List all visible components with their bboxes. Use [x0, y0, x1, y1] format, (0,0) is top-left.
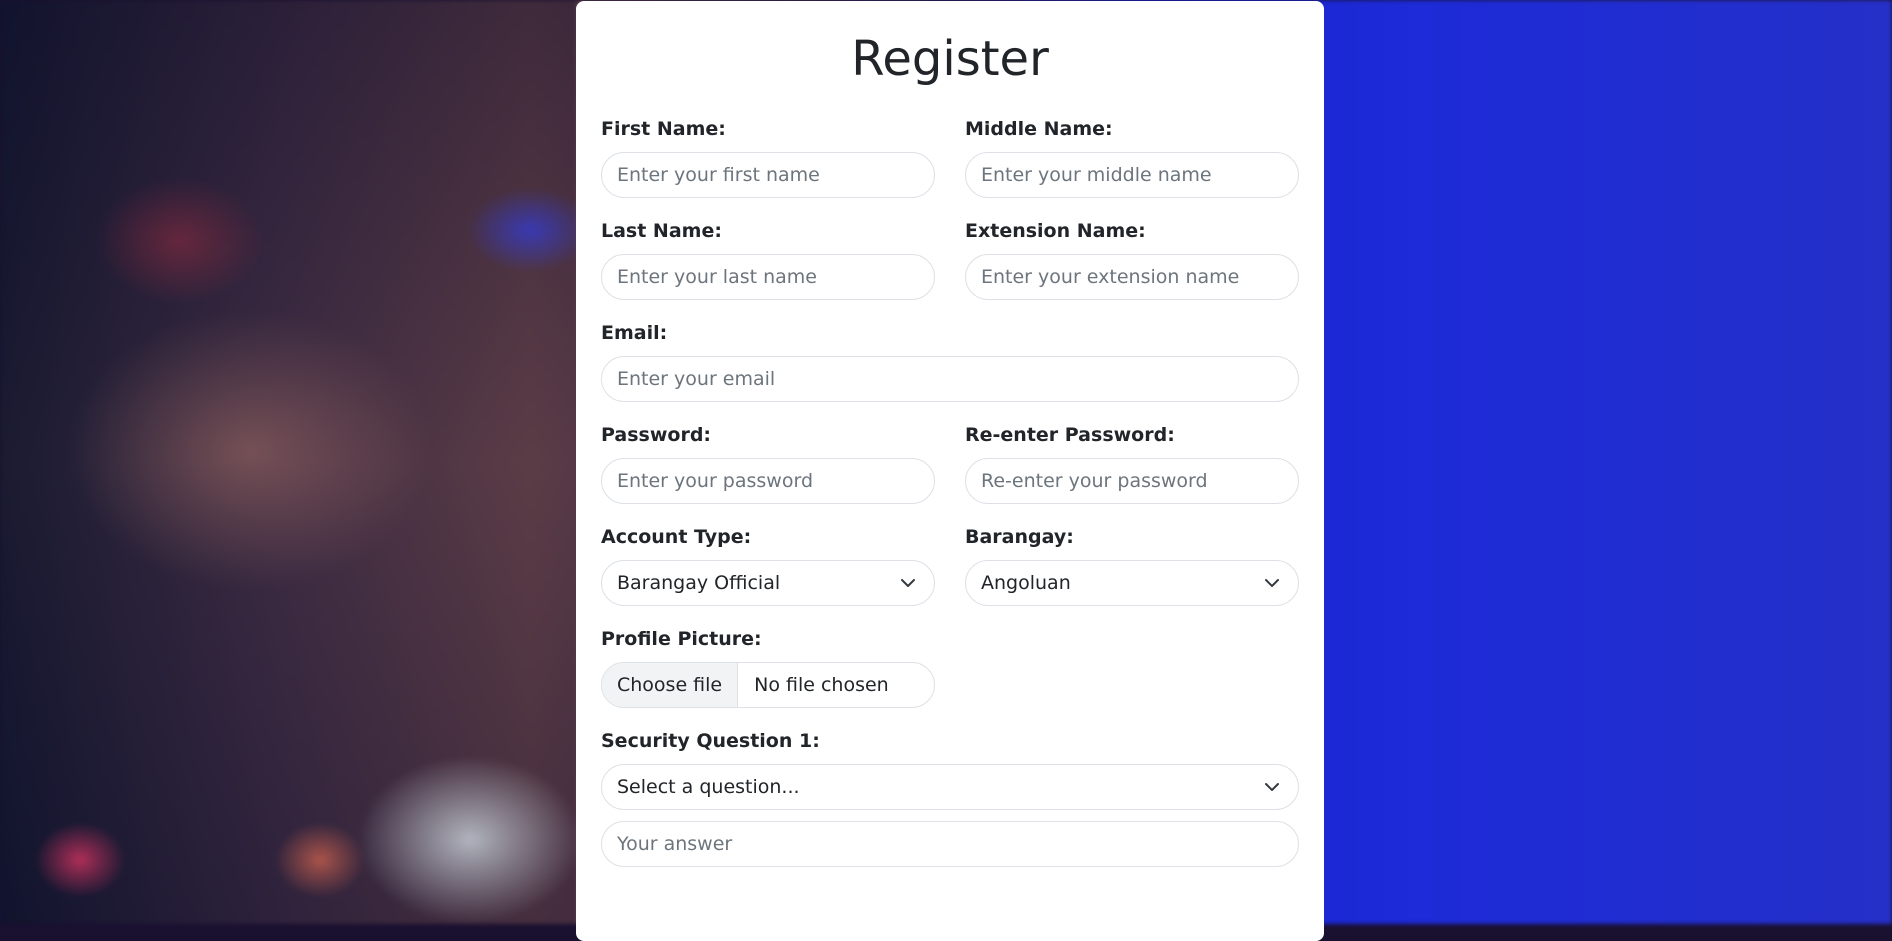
- security-answer-1-input[interactable]: [617, 833, 1283, 855]
- email-input[interactable]: [617, 368, 1283, 390]
- extension-name-group: Extension Name:: [965, 220, 1299, 300]
- password-row: Password: Re-enter Password:: [601, 424, 1299, 504]
- last-name-input[interactable]: [617, 266, 919, 288]
- security-question-1-select[interactable]: Select a question...: [601, 764, 1299, 810]
- reenter-password-input[interactable]: [981, 470, 1283, 492]
- first-name-wrapper: [601, 152, 935, 198]
- security-answer-1-wrapper: [601, 821, 1299, 867]
- middle-name-wrapper: [965, 152, 1299, 198]
- chevron-down-icon: [901, 579, 915, 587]
- password-wrapper: [601, 458, 935, 504]
- password-label: Password:: [601, 424, 712, 446]
- first-name-group: First Name:: [601, 118, 935, 198]
- first-name-label: First Name:: [601, 118, 726, 140]
- account-row: Account Type: Barangay Official Barangay…: [601, 526, 1299, 606]
- security-question-1-group: Security Question 1: Select a question..…: [601, 730, 1299, 867]
- security-question-1-value: Select a question...: [617, 776, 800, 798]
- email-row: Email:: [601, 322, 1299, 402]
- middle-name-label: Middle Name:: [965, 118, 1113, 140]
- profile-picture-group: Profile Picture: Choose file No file cho…: [601, 628, 1299, 708]
- chevron-down-icon: [1265, 579, 1279, 587]
- barangay-select[interactable]: Angoluan: [965, 560, 1299, 606]
- middle-name-input[interactable]: [981, 164, 1283, 186]
- reenter-password-wrapper: [965, 458, 1299, 504]
- barangay-label: Barangay:: [965, 526, 1074, 548]
- name-row-1: First Name: Middle Name:: [601, 118, 1299, 198]
- password-input[interactable]: [617, 470, 919, 492]
- email-label: Email:: [601, 322, 668, 344]
- account-type-group: Account Type: Barangay Official: [601, 526, 935, 606]
- last-name-label: Last Name:: [601, 220, 722, 242]
- account-type-select[interactable]: Barangay Official: [601, 560, 935, 606]
- register-card: Register First Name: Middle Name: Last N…: [576, 1, 1324, 941]
- account-type-label: Account Type:: [601, 526, 752, 548]
- security-question-1-label: Security Question 1:: [601, 730, 820, 752]
- last-name-group: Last Name:: [601, 220, 935, 300]
- password-group: Password:: [601, 424, 935, 504]
- account-type-value: Barangay Official: [617, 572, 781, 594]
- middle-name-group: Middle Name:: [965, 118, 1299, 198]
- reenter-password-group: Re-enter Password:: [965, 424, 1299, 504]
- file-status: No file chosen: [754, 674, 889, 696]
- name-row-2: Last Name: Extension Name:: [601, 220, 1299, 300]
- extension-name-label: Extension Name:: [965, 220, 1146, 242]
- last-name-wrapper: [601, 254, 935, 300]
- page-title: Register: [851, 31, 1049, 87]
- extension-name-wrapper: [965, 254, 1299, 300]
- first-name-input[interactable]: [617, 164, 919, 186]
- profile-picture-input[interactable]: Choose file No file chosen: [601, 662, 935, 708]
- extension-name-input[interactable]: [981, 266, 1283, 288]
- reenter-password-label: Re-enter Password:: [965, 424, 1175, 446]
- barangay-value: Angoluan: [981, 572, 1071, 594]
- chevron-down-icon: [1265, 783, 1279, 791]
- barangay-group: Barangay: Angoluan: [965, 526, 1299, 606]
- profile-picture-label: Profile Picture:: [601, 628, 762, 650]
- choose-file-button[interactable]: Choose file: [602, 663, 739, 707]
- email-group: Email:: [601, 322, 1299, 402]
- email-wrapper: [601, 356, 1299, 402]
